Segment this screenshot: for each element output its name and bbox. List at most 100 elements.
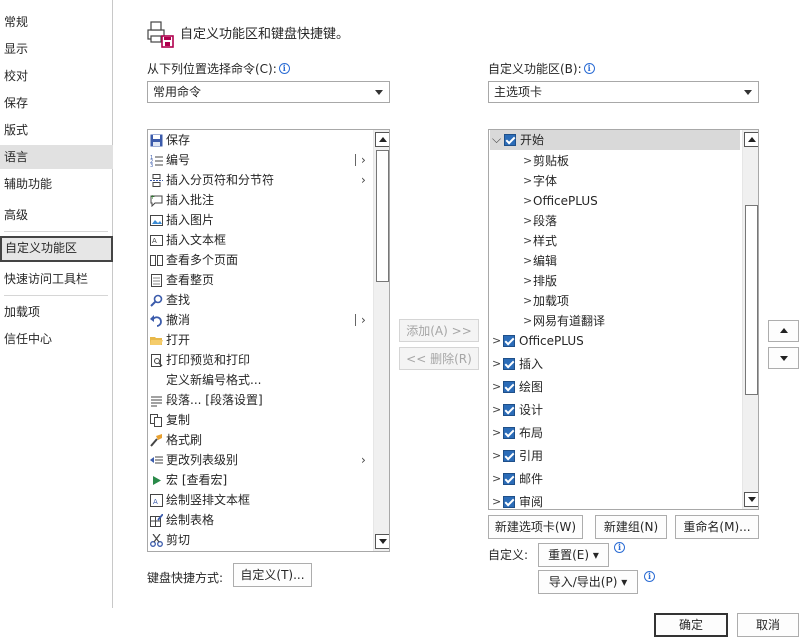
nav-item-customize-ribbon[interactable]: 自定义功能区 bbox=[0, 236, 113, 262]
list-item[interactable]: 打开 bbox=[148, 330, 373, 350]
checkbox-checked[interactable] bbox=[503, 381, 515, 393]
tree-item[interactable]: > OfficePLUS bbox=[489, 191, 739, 211]
choose-commands-combo[interactable]: 常用命令 bbox=[147, 81, 390, 103]
tree-item[interactable]: > 插入 bbox=[489, 354, 739, 374]
nav-item-display[interactable]: 显示 bbox=[0, 37, 113, 61]
list-item[interactable]: 插入分页符和分节符 › bbox=[148, 170, 373, 190]
multiple-pages-icon bbox=[150, 253, 163, 266]
info-icon[interactable]: i bbox=[644, 571, 655, 582]
nav-item-save[interactable]: 保存 bbox=[0, 91, 113, 115]
move-down-button[interactable] bbox=[768, 347, 799, 369]
list-item[interactable]: 查找 bbox=[148, 290, 373, 310]
tree-item[interactable]: > 编辑 bbox=[489, 251, 739, 271]
tree-item[interactable]: > 字体 bbox=[489, 171, 739, 191]
scroll-up-button[interactable] bbox=[744, 132, 758, 147]
new-tab-button[interactable]: 新建选项卡(W) bbox=[488, 515, 583, 539]
reset-dropdown-button[interactable]: 重置(E) ▾ bbox=[538, 543, 609, 567]
remove-button[interactable]: << 删除(R) bbox=[399, 347, 479, 370]
tree-item[interactable]: > 剪贴板 bbox=[489, 151, 739, 171]
ribbon-tabs-combo[interactable]: 主选项卡 bbox=[488, 81, 759, 103]
nav-item-advanced[interactable]: 高级 bbox=[0, 203, 113, 227]
list-item[interactable]: 格式刷 bbox=[148, 430, 373, 450]
nav-item-trust-center[interactable]: 信任中心 bbox=[0, 327, 113, 351]
commands-scrollbar[interactable] bbox=[373, 130, 389, 551]
list-item[interactable]: 插入图片 bbox=[148, 210, 373, 230]
tree-item[interactable]: > 引用 bbox=[489, 446, 739, 466]
move-up-button[interactable] bbox=[768, 320, 799, 342]
list-item[interactable]: 更改列表级别 › bbox=[148, 450, 373, 470]
nav-item-addins[interactable]: 加载项 bbox=[0, 300, 113, 324]
customize-ribbon-icon bbox=[147, 18, 175, 48]
chevron-right-icon: > bbox=[492, 426, 502, 439]
tree-item[interactable]: > 样式 bbox=[489, 231, 739, 251]
customize-keyboard-button[interactable]: 自定义(T)... bbox=[233, 563, 312, 587]
scroll-up-button[interactable] bbox=[375, 132, 389, 147]
list-item[interactable]: 查看多个页面 bbox=[148, 250, 373, 270]
checkbox-checked[interactable] bbox=[503, 358, 515, 370]
split-separator bbox=[355, 154, 356, 166]
list-item[interactable]: 保存 bbox=[148, 130, 373, 150]
page-break-icon bbox=[150, 173, 163, 187]
scroll-down-button[interactable] bbox=[375, 534, 389, 549]
checkbox-checked[interactable] bbox=[503, 335, 515, 347]
nav-item-general[interactable]: 常规 bbox=[0, 10, 113, 34]
ribbon-tree[interactable]: ⌵ 开始 > 剪贴板 > 字体 > OfficePLUS > 段落 > 样式 >… bbox=[488, 129, 759, 510]
tree-item-home[interactable]: ⌵ 开始 bbox=[490, 130, 740, 150]
checkbox-checked[interactable] bbox=[503, 427, 515, 439]
new-group-button[interactable]: 新建组(N) bbox=[595, 515, 667, 539]
tree-item[interactable]: > 邮件 bbox=[489, 469, 739, 489]
list-item[interactable]: + 插入批注 bbox=[148, 190, 373, 210]
nav-item-accessibility[interactable]: 辅助功能 bbox=[0, 172, 113, 196]
nav-item-proofing[interactable]: 校对 bbox=[0, 64, 113, 88]
info-icon[interactable]: i bbox=[278, 63, 290, 74]
list-item[interactable]: 定义新编号格式... bbox=[148, 370, 373, 390]
options-nav: 常规 显示 校对 保存 版式 语言 辅助功能 高级 自定义功能区 快速访问工具栏… bbox=[0, 0, 113, 608]
list-item[interactable]: A 绘制竖排文本框 bbox=[148, 490, 373, 510]
tree-item[interactable]: > 布局 bbox=[489, 423, 739, 443]
list-item[interactable]: 123 编号 › bbox=[148, 150, 373, 170]
draw-table-icon bbox=[150, 513, 164, 527]
list-item[interactable]: 复制 bbox=[148, 410, 373, 430]
commands-list[interactable]: 保存 123 编号 › 插入分页符和分节符 › + 插入批注 插入图片 A 插入… bbox=[147, 129, 390, 552]
list-item[interactable]: A 插入文本框 bbox=[148, 230, 373, 250]
tree-item[interactable]: > 绘图 bbox=[489, 377, 739, 397]
tree-item[interactable]: > 加载项 bbox=[489, 291, 739, 311]
tree-item[interactable]: > 设计 bbox=[489, 400, 739, 420]
scroll-down-button[interactable] bbox=[744, 492, 758, 507]
checkbox-checked[interactable] bbox=[504, 134, 516, 146]
keyboard-shortcuts-label: 键盘快捷方式: bbox=[147, 571, 224, 585]
tree-item[interactable]: > 段落 bbox=[489, 211, 739, 231]
info-icon[interactable]: i bbox=[583, 63, 595, 74]
ribbon-tree-scrollbar[interactable] bbox=[742, 130, 758, 509]
tree-item[interactable]: > 排版 bbox=[489, 271, 739, 291]
rename-button[interactable]: 重命名(M)... bbox=[675, 515, 759, 539]
list-item[interactable]: 宏 [查看宏] bbox=[148, 470, 373, 490]
format-painter-icon bbox=[150, 433, 163, 447]
info-icon[interactable]: i bbox=[614, 542, 625, 553]
scroll-thumb[interactable] bbox=[745, 205, 758, 395]
nav-item-layout[interactable]: 版式 bbox=[0, 118, 113, 142]
list-item[interactable]: 段落... [段落设置] bbox=[148, 390, 373, 410]
ok-button[interactable]: 确定 bbox=[654, 613, 728, 637]
scroll-thumb[interactable] bbox=[376, 150, 389, 282]
print-preview-icon bbox=[150, 353, 163, 367]
import-export-dropdown-button[interactable]: 导入/导出(P) ▾ bbox=[538, 570, 638, 594]
nav-item-language[interactable]: 语言 bbox=[0, 145, 113, 169]
list-item[interactable]: 打印预览和打印 bbox=[148, 350, 373, 370]
checkbox-checked[interactable] bbox=[503, 473, 515, 485]
macro-icon bbox=[150, 473, 163, 486]
list-item[interactable]: 撤消 › bbox=[148, 310, 373, 330]
save-icon bbox=[150, 133, 163, 147]
checkbox-checked[interactable] bbox=[503, 450, 515, 462]
tree-item[interactable]: > 审阅 bbox=[489, 492, 739, 509]
add-button[interactable]: 添加(A) >> bbox=[399, 319, 479, 342]
tree-item[interactable]: > OfficePLUS bbox=[489, 331, 739, 351]
list-item[interactable]: 绘制表格 bbox=[148, 510, 373, 530]
list-item[interactable]: 查看整页 bbox=[148, 270, 373, 290]
checkbox-checked[interactable] bbox=[503, 404, 515, 416]
checkbox-checked[interactable] bbox=[503, 496, 515, 508]
tree-item[interactable]: > 网易有道翻译 bbox=[489, 311, 739, 331]
nav-item-quick-access-toolbar[interactable]: 快速访问工具栏 bbox=[0, 267, 113, 291]
list-item[interactable]: 剪切 bbox=[148, 530, 373, 550]
cancel-button[interactable]: 取消 bbox=[737, 613, 799, 637]
